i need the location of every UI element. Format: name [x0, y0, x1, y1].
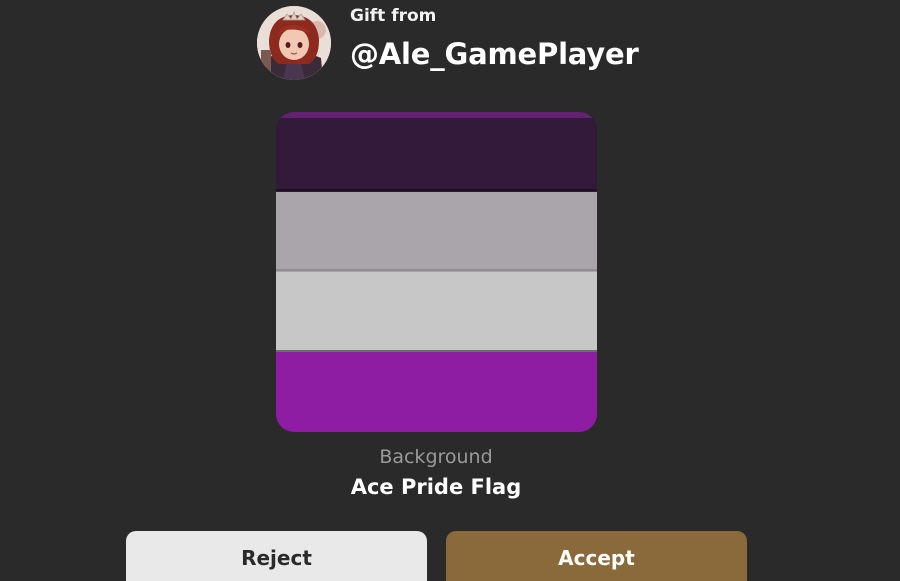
item-preview	[276, 112, 597, 432]
gift-dialog: Gift from @Ale_GamePlayer Background Ace…	[0, 0, 900, 581]
sender-info: Gift from @Ale_GamePlayer	[350, 6, 639, 72]
reject-button[interactable]: Reject	[126, 531, 427, 581]
flag-stripe-3	[276, 272, 597, 352]
accept-button[interactable]: Accept	[446, 531, 747, 581]
item-category: Background	[379, 446, 493, 468]
ace-flag-image	[276, 112, 597, 432]
flag-stripe-4	[276, 352, 597, 432]
item-name: Ace Pride Flag	[350, 475, 522, 499]
gift-from-label: Gift from	[350, 6, 437, 26]
sender-avatar[interactable]	[257, 6, 331, 80]
avatar-image	[257, 6, 331, 80]
flag-stripe-2	[276, 192, 597, 272]
gift-header: Gift from @Ale_GamePlayer	[257, 6, 639, 80]
flag-stripe-1	[276, 112, 597, 192]
sender-username[interactable]: @Ale_GamePlayer	[350, 36, 639, 72]
